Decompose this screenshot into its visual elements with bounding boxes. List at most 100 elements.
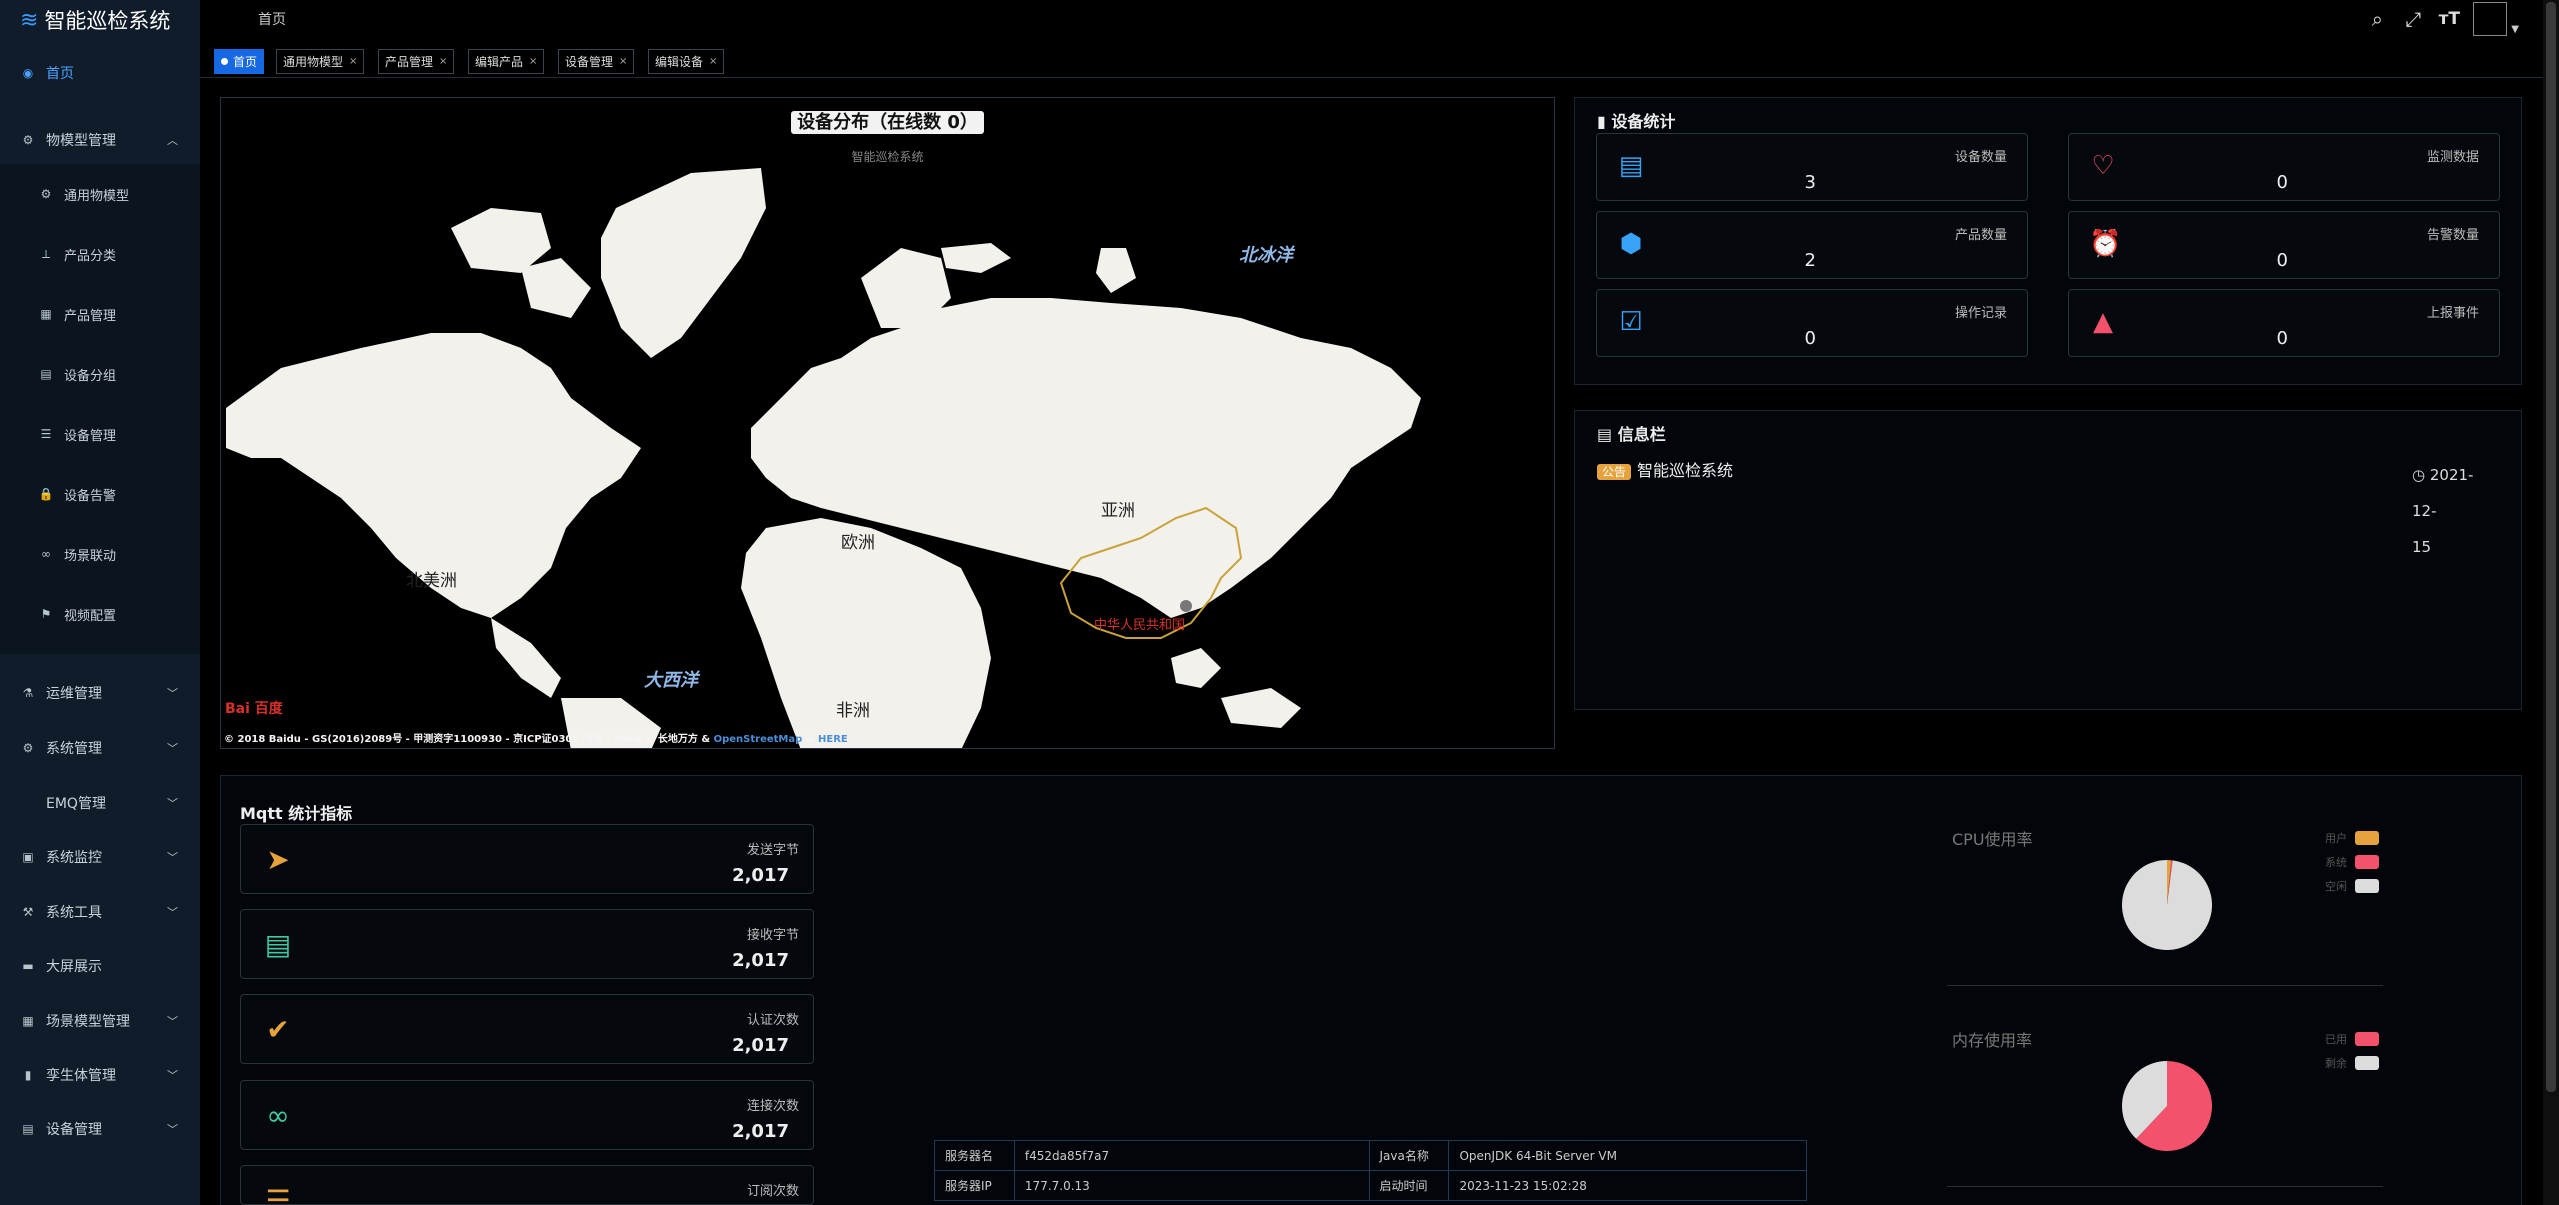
mqtt-label: 接收字节: [746, 928, 799, 943]
sidebar-item-18[interactable]: ▤ 设备管理 ﹀: [0, 1106, 200, 1152]
mqtt-label: 发送字节: [746, 843, 799, 858]
osm-link[interactable]: OpenStreetMap: [714, 734, 803, 745]
stat-card[interactable]: ☑ 操作记录 0: [1596, 289, 2028, 357]
fullscreen-icon[interactable]: ⤢: [2401, 7, 2425, 31]
close-icon[interactable]: ×: [619, 56, 627, 67]
notice-title: 信息栏: [1617, 425, 1666, 444]
stat-card[interactable]: ▲ 上报事件 0: [2068, 289, 2500, 357]
sidebar-item-1[interactable]: ⚙ 物模型管理 ︿: [0, 117, 200, 163]
close-icon[interactable]: ×: [439, 56, 447, 67]
sidebar-item-label: 运维管理: [46, 686, 102, 702]
close-icon[interactable]: ×: [529, 56, 537, 67]
search-icon[interactable]: ⌕: [2365, 7, 2389, 31]
sidebar-item-label: 首页: [46, 66, 74, 82]
stat-card[interactable]: ⬢ 产品数量 2: [1596, 211, 2028, 279]
legend-swatch: [2355, 855, 2379, 869]
stat-card[interactable]: ▤ 设备数量 3: [1596, 133, 2028, 201]
server-icon: ▤: [1618, 151, 1644, 181]
tag-label: 编辑设备: [655, 55, 704, 69]
lock-icon: 🔒: [38, 487, 54, 501]
mqtt-card[interactable]: ✔ 认证次数 2,017: [240, 994, 814, 1064]
table-row: 服务器名 f452da85f7a7 Java名称 OpenJDK 64-Bit Ser…: [934, 1140, 1807, 1171]
mqtt-card[interactable]: ☰ 订阅次数: [240, 1165, 814, 1205]
legend-item[interactable]: 已用: [2325, 1027, 2379, 1051]
legend-swatch: [2355, 1032, 2379, 1046]
font-size-icon[interactable]: тT: [2437, 9, 2461, 29]
sidebar-item-6[interactable]: ☰ 设备管理: [0, 404, 200, 464]
clock-icon: ◷: [2412, 466, 2426, 484]
sidebar-item-label: 场景联动: [64, 548, 117, 564]
stat-value: 0: [1804, 328, 1816, 349]
sidebar-item-11[interactable]: ⚙ 系统管理 ﹀: [0, 725, 200, 771]
mqtt-label: 连接次数: [746, 1099, 799, 1114]
here-link[interactable]: HERE: [818, 734, 848, 745]
stat-label: 告警数量: [2426, 228, 2479, 243]
legend-item[interactable]: 剩余: [2325, 1051, 2379, 1075]
stat-label: 产品数量: [1954, 228, 2007, 243]
tag-0[interactable]: 首页: [214, 49, 265, 74]
dashboard-icon: ◉: [22, 66, 34, 80]
avatar[interactable]: [2473, 2, 2508, 36]
link-icon: ∞: [266, 1099, 290, 1132]
legend-item[interactable]: 系统: [2325, 850, 2379, 874]
stat-card[interactable]: ♡ 监测数据 0: [2068, 133, 2500, 201]
sidebar-item-17[interactable]: ▮ 孪生体管理 ﹀: [0, 1052, 200, 1098]
sidebar-item-5[interactable]: ▤ 设备分组: [0, 344, 200, 404]
mqtt-card[interactable]: ▤ 接收字节 2,017: [240, 909, 814, 979]
flag-icon: ⚑: [40, 607, 52, 621]
sidebar-item-0[interactable]: ◉ 首页: [0, 50, 200, 96]
page-scrollbar[interactable]: [2543, 0, 2559, 1205]
sidebar-item-10[interactable]: ⚗ 运维管理 ﹀: [0, 670, 200, 716]
chevron-down-icon: ﹀: [167, 797, 178, 810]
map-copyright: © 2018 Baidu - GS(2016)2089号 - 甲测资字11009…: [224, 734, 848, 745]
chevron-down-icon[interactable]: ▼: [2511, 24, 2519, 35]
sidebar-item-2[interactable]: ⚙ 通用物模型: [0, 164, 200, 224]
stat-card[interactable]: ⏰ 告警数量 0: [2068, 211, 2500, 279]
sidebar-item-16[interactable]: ▦ 场景模型管理 ﹀: [0, 998, 200, 1044]
pie-divider-bottom: [1947, 1186, 2383, 1187]
sidebar-item-label: 视频配置: [64, 608, 117, 624]
sidebar-item-15[interactable]: ▬ 大屏展示: [0, 943, 200, 989]
breadcrumb[interactable]: 首页: [258, 9, 286, 29]
map-title: 设备分布（在线数 0）: [791, 111, 984, 134]
sidebar-item-14[interactable]: ⚒ 系统工具 ﹀: [0, 889, 200, 935]
tag-2[interactable]: 产品管理 ×: [378, 49, 455, 74]
chevron-down-icon: ﹀: [167, 1069, 178, 1082]
legend-label: 系统: [2325, 856, 2347, 869]
tag-3[interactable]: 编辑产品 ×: [468, 49, 545, 74]
chevron-down-icon: ﹀: [167, 906, 178, 919]
cpu-slice-2[interactable]: [2122, 860, 2212, 950]
tag-1[interactable]: 通用物模型 ×: [276, 49, 365, 74]
device-distribution-map[interactable]: 设备分布（在线数 0） 智能巡检系统 北美洲 欧洲 亚洲 非洲 北冰洋 大西洋 …: [220, 97, 1555, 749]
pie-divider: [1947, 985, 2383, 986]
scrollbar-thumb[interactable]: [2546, 2, 2556, 1092]
notice-item[interactable]: 公告 智能巡检系统: [1597, 457, 1733, 481]
app-logo[interactable]: ≋ 智能巡检系统: [0, 0, 200, 40]
tag-4[interactable]: 设备管理 ×: [558, 49, 635, 74]
close-icon[interactable]: ×: [709, 56, 717, 67]
sidebar-item-8[interactable]: ∞ 场景联动: [0, 524, 200, 584]
sidebar-item-3[interactable]: ⟂ 产品分类: [0, 224, 200, 284]
mqtt-card[interactable]: ➤ 发送字节 2,017: [240, 824, 814, 894]
sidebar-item-12[interactable]: EMQ管理 ﹀: [0, 780, 200, 826]
sidebar-item-9[interactable]: ⚑ 视频配置: [0, 584, 200, 644]
user-check-icon: ✔: [266, 1013, 290, 1046]
table-key: 启动时间: [1368, 1170, 1450, 1201]
legend-swatch: [2355, 879, 2379, 893]
sidebar-item-label: 设备管理: [46, 1122, 102, 1138]
tag-5[interactable]: 编辑设备 ×: [648, 49, 725, 74]
stat-value: 3: [1804, 172, 1816, 193]
legend-item[interactable]: 用户: [2325, 826, 2379, 850]
mqtt-card[interactable]: ∞ 连接次数 2,017: [240, 1080, 814, 1150]
close-icon[interactable]: ×: [349, 56, 357, 67]
legend-item[interactable]: 空闲: [2325, 874, 2379, 898]
receive-icon: ▤: [264, 928, 292, 961]
mqtt-value: 2,017: [732, 950, 789, 971]
sidebar-item-label: 物模型管理: [46, 133, 116, 149]
sidebar-item-13[interactable]: ▣ 系统监控 ﹀: [0, 834, 200, 880]
mqtt-title: Mqtt 统计指标: [240, 804, 353, 823]
sidebar-item-7[interactable]: 🔒 设备告警: [0, 464, 200, 524]
legend-label: 已用: [2325, 1033, 2347, 1046]
sidebar-item-4[interactable]: ▦ 产品管理: [0, 284, 200, 344]
gear-icon: ⚙: [22, 741, 34, 755]
